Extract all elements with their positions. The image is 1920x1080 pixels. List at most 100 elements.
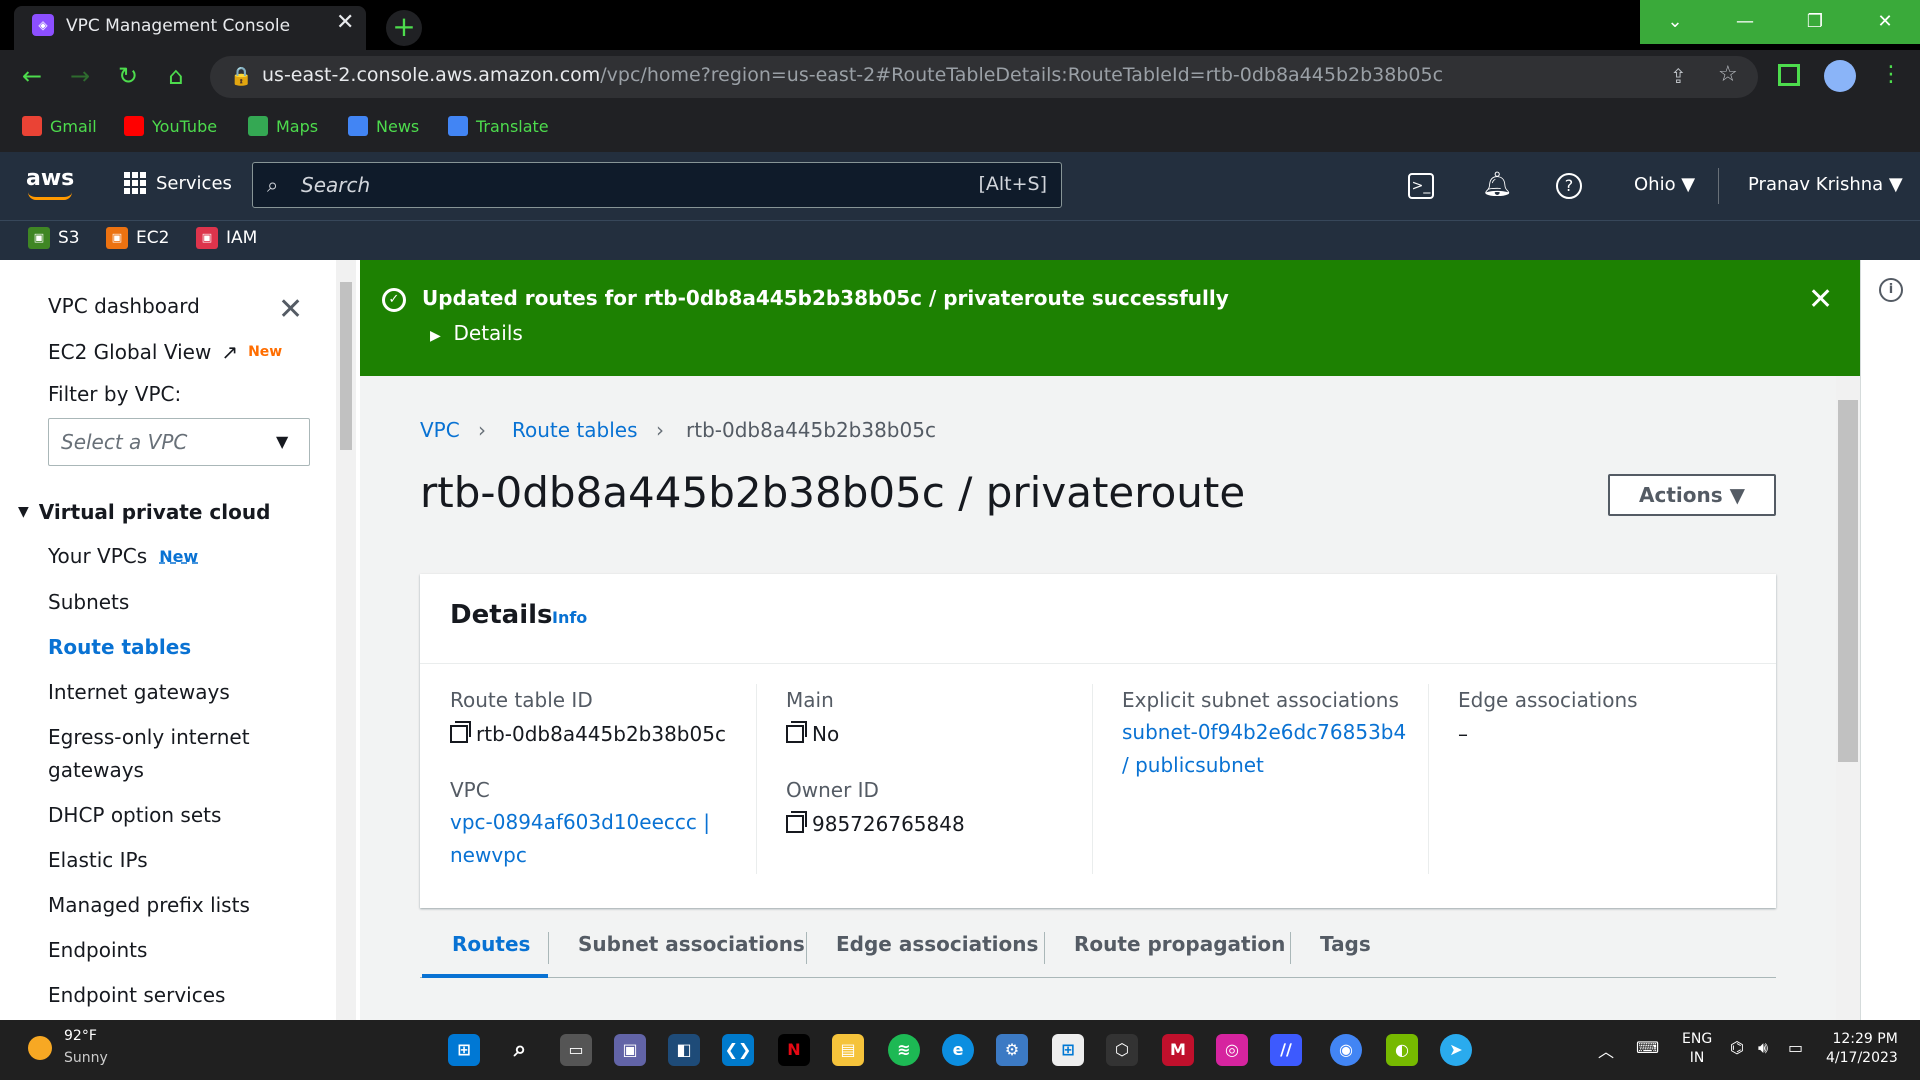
vpc-link-2[interactable]: newvpc [450, 839, 527, 872]
sidebar-scroll-thumb[interactable] [340, 282, 352, 450]
vpc-filter-select[interactable]: Select a VPC [48, 418, 310, 466]
windows-start-icon[interactable]: ⊞ [448, 1034, 480, 1066]
app-icon[interactable]: ◧ [668, 1034, 700, 1066]
unity-icon[interactable]: ⬡ [1106, 1034, 1138, 1066]
sidebar-item-prefix-lists[interactable]: Managed prefix lists [48, 893, 250, 917]
tab-subnet-associations[interactable]: Subnet associations [578, 932, 805, 956]
sidebar-item-route-tables[interactable]: Route tables [48, 635, 191, 659]
spotify-icon[interactable]: ≋ [888, 1034, 920, 1066]
language-indicator[interactable]: ENG IN [1682, 1030, 1712, 1068]
info-icon[interactable]: i [1879, 278, 1903, 302]
flash-details-toggle[interactable]: ▶ Details [430, 321, 523, 345]
sidebar-item-endpoints[interactable]: Endpoints [48, 938, 147, 962]
chrome-icon[interactable]: ◉ [1330, 1034, 1362, 1066]
avatar[interactable] [1824, 60, 1856, 92]
region-selector[interactable]: Ohio ▼ [1634, 174, 1695, 195]
bookmark-news[interactable]: News [348, 116, 419, 136]
restore-button[interactable]: ❐ [1780, 0, 1850, 44]
sidebar-item-ec2-global-view[interactable]: EC2 Global View ↗ New [48, 340, 282, 364]
cloudshell-icon[interactable]: >_ [1408, 173, 1434, 199]
keyboard-icon[interactable]: ⌨ [1636, 1038, 1659, 1057]
weather-temp[interactable]: 92°F [64, 1028, 97, 1044]
url-text[interactable]: us-east-2.console.aws.amazon.com/vpc/hom… [262, 64, 1443, 86]
sidebar-item-your-vpcs[interactable]: Your VPCs New [48, 544, 198, 568]
search-box[interactable]: ⌕ [Alt+S] [252, 162, 1062, 208]
sidebar-item-endpoint-services[interactable]: Endpoint services [48, 983, 225, 1007]
main-scroll-thumb[interactable] [1838, 400, 1858, 762]
sidebar-item-vpc-dashboard[interactable]: VPC dashboard [48, 294, 200, 318]
info-link[interactable]: Info [552, 608, 587, 627]
mcafee-icon[interactable]: M [1162, 1034, 1194, 1066]
route-table-id-value[interactable]: rtb-0db8a445b2b38b05c [450, 721, 726, 746]
bookmark-youtube[interactable]: YouTube [124, 116, 217, 136]
tab-edge-associations[interactable]: Edge associations [836, 932, 1038, 956]
account-menu[interactable]: Pranav Krishna ▼ [1748, 174, 1903, 195]
vscode-icon[interactable]: ❮❯ [722, 1034, 754, 1066]
python-icon[interactable]: ⚙ [996, 1034, 1028, 1066]
back-arrow-icon[interactable]: ← [16, 62, 48, 90]
window-close-button[interactable]: ✕ [1850, 0, 1920, 44]
lock-icon[interactable]: 🔒 [230, 66, 252, 87]
weather-condition[interactable]: Sunny [64, 1050, 108, 1066]
store-icon[interactable]: ⊞ [1052, 1034, 1084, 1066]
nvidia-icon[interactable]: ◐ [1386, 1034, 1418, 1066]
share-icon[interactable]: ⇪ [1670, 64, 1687, 88]
new-tab-button[interactable]: + [386, 10, 422, 46]
close-icon[interactable]: ✕ [1808, 282, 1833, 317]
side-panel-icon[interactable] [1778, 64, 1800, 86]
actions-button[interactable]: Actions ▼ [1608, 474, 1776, 516]
help-icon[interactable]: ? [1556, 173, 1582, 199]
address-bar[interactable]: 🔒 us-east-2.console.aws.amazon.com/vpc/h… [210, 56, 1758, 98]
telegram-icon[interactable]: ➤ [1440, 1034, 1472, 1066]
section-virtual-private-cloud[interactable]: ▼ Virtual private cloud [18, 500, 270, 524]
sidebar-item-egress-only-2[interactable]: gateways [48, 758, 144, 782]
breadcrumb-vpc[interactable]: VPC [420, 418, 460, 442]
minimize-button[interactable]: — [1710, 0, 1780, 44]
chevron-up-icon[interactable]: ︿ [1598, 1038, 1614, 1062]
search-input[interactable] [301, 171, 901, 199]
close-icon[interactable]: ✕ [278, 292, 303, 327]
sun-icon[interactable] [28, 1036, 52, 1060]
forward-arrow-icon[interactable]: → [64, 62, 96, 90]
services-menu[interactable]: Services [124, 172, 232, 194]
tab-tags[interactable]: Tags [1320, 932, 1371, 956]
tab-routes[interactable]: Routes [452, 932, 530, 956]
browser-tab[interactable]: ◈ VPC Management Console ✕ [14, 6, 366, 50]
search-icon[interactable]: ⌕ [504, 1034, 536, 1066]
copy-icon[interactable] [786, 811, 807, 833]
bookmark-gmail[interactable]: Gmail [22, 116, 97, 136]
subnet-link[interactable]: subnet-0f94b2e6dc76853b4 [1122, 716, 1406, 749]
teams-icon[interactable]: ▣ [614, 1034, 646, 1066]
vpc-link[interactable]: vpc-0894af603d10eeccc | [450, 806, 710, 839]
volume-icon[interactable]: 🔊︎ [1758, 1038, 1768, 1058]
copy-icon[interactable] [786, 721, 807, 743]
bookmark-translate[interactable]: Translate [448, 116, 549, 136]
sidebar-item-subnets[interactable]: Subnets [48, 590, 129, 614]
sidebar-item-dhcp[interactable]: DHCP option sets [48, 803, 221, 827]
tab-close-icon[interactable]: ✕ [336, 10, 354, 35]
sidebar-item-egress-only[interactable]: Egress-only internet [48, 725, 250, 749]
instagram-icon[interactable]: ◎ [1216, 1034, 1248, 1066]
wifi-icon[interactable]: ⌬ [1730, 1038, 1744, 1057]
chevron-down-icon[interactable]: ⌄ [1640, 0, 1710, 44]
clock[interactable]: 12:29 PM 4/17/2023 [1826, 1030, 1898, 1068]
battery-icon[interactable]: ▭ [1788, 1038, 1803, 1057]
edge-icon[interactable]: e [942, 1034, 974, 1066]
sidebar-item-elastic-ips[interactable]: Elastic IPs [48, 848, 148, 872]
bookmark-maps[interactable]: Maps [248, 116, 318, 136]
menu-dots-icon[interactable]: ⋮ [1880, 62, 1902, 87]
folder-icon[interactable]: ▤ [832, 1034, 864, 1066]
netflix-icon[interactable]: N [778, 1034, 810, 1066]
favorite-s3[interactable]: ▣ S3 [28, 227, 80, 249]
reload-icon[interactable]: ↻ [112, 62, 144, 90]
subnet-link-2[interactable]: / publicsubnet [1122, 749, 1264, 782]
main-value[interactable]: No [786, 721, 839, 746]
owner-id-value[interactable]: 985726765848 [786, 811, 965, 836]
aws-logo[interactable]: aws [26, 166, 74, 191]
app-icon[interactable]: ∕∕ [1270, 1034, 1302, 1066]
copy-icon[interactable] [450, 721, 471, 743]
sidebar-item-internet-gateways[interactable]: Internet gateways [48, 680, 230, 704]
favorite-ec2[interactable]: ▣ EC2 [106, 227, 169, 249]
star-icon[interactable]: ☆ [1718, 62, 1738, 87]
breadcrumb-route-tables[interactable]: Route tables [512, 418, 638, 442]
